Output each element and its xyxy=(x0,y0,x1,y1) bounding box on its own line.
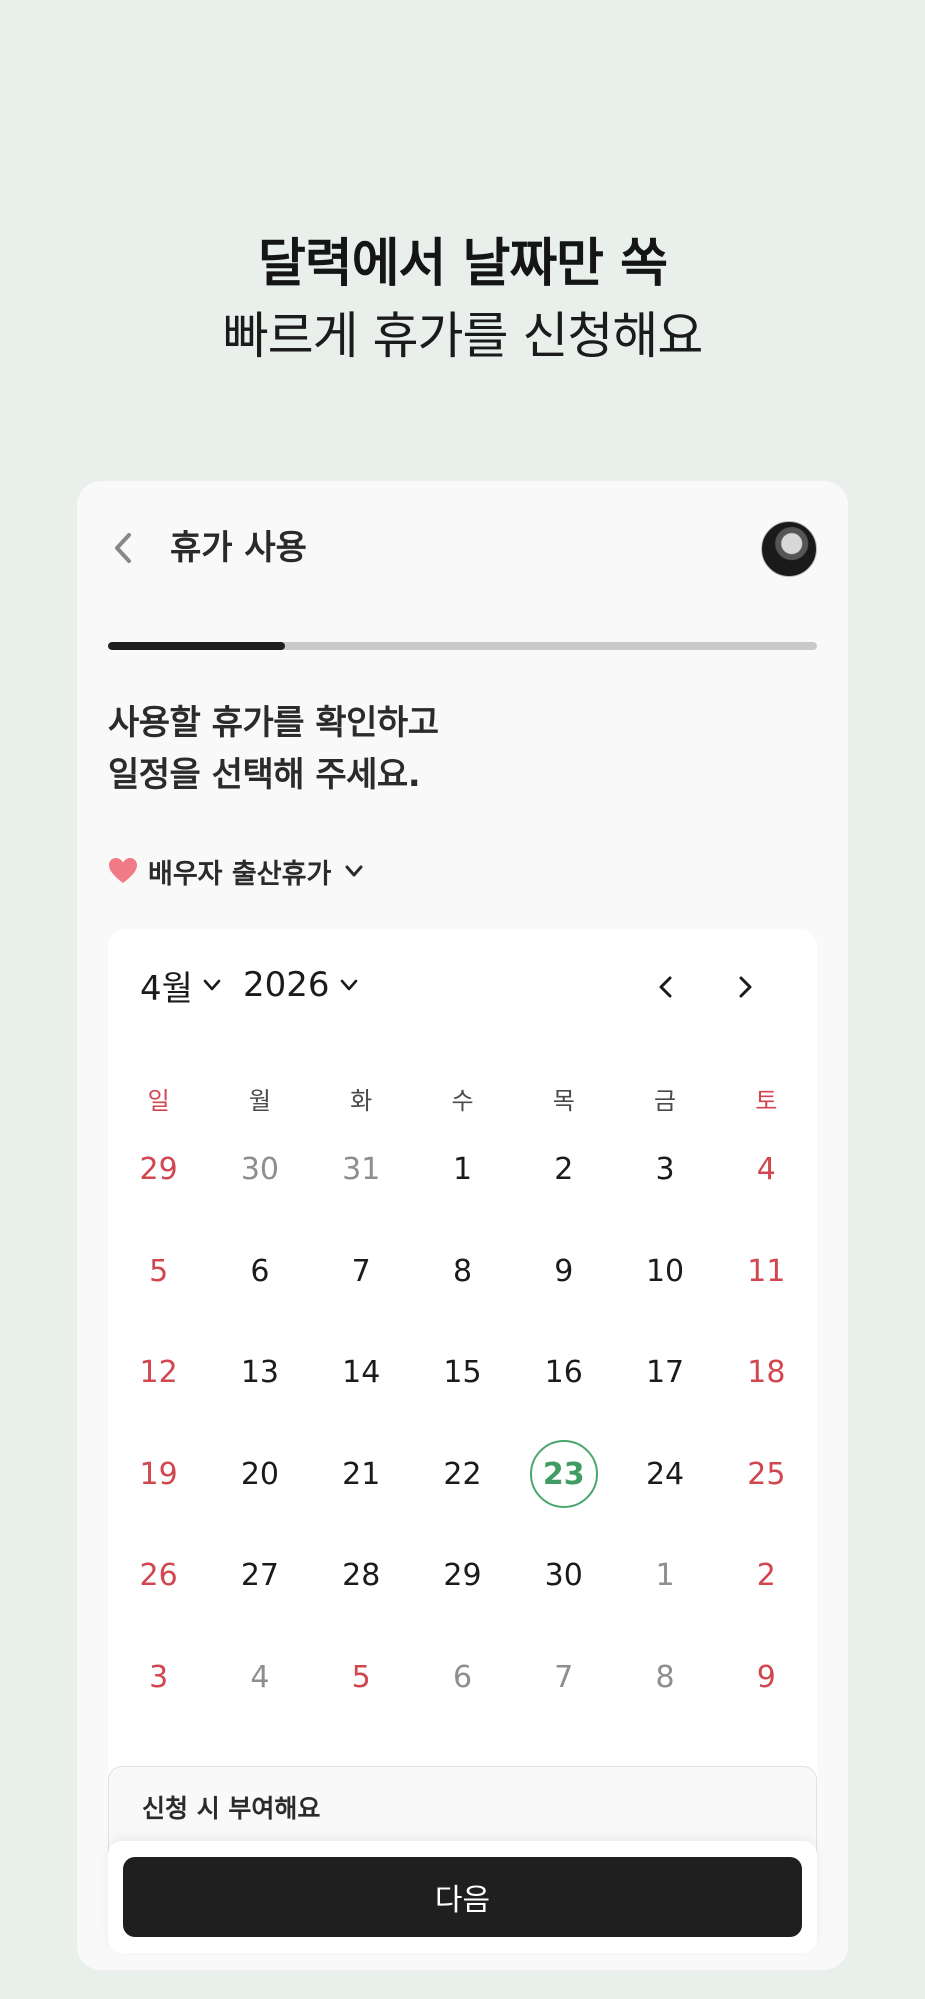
year-label: 2026 xyxy=(243,965,330,1005)
week-row: 29 30 31 1 2 3 4 xyxy=(108,1119,817,1221)
weekday-label: 월 xyxy=(248,1087,271,1115)
calendar-day[interactable]: 5 xyxy=(311,1627,412,1729)
chevron-down-icon xyxy=(203,979,221,991)
calendar-day[interactable]: 3 xyxy=(108,1627,209,1729)
week-row: 26 27 28 29 30 1 2 xyxy=(108,1525,817,1627)
calendar-day[interactable]: 6 xyxy=(209,1221,310,1323)
week-row: 5 6 7 8 9 10 11 xyxy=(108,1221,817,1323)
calendar-day[interactable]: 13 xyxy=(209,1322,310,1424)
month-select[interactable]: 4월 xyxy=(140,963,223,1009)
weekday-label: 목 xyxy=(552,1087,575,1115)
calendar-day[interactable]: 2 xyxy=(513,1119,614,1221)
calendar-day[interactable]: 8 xyxy=(614,1627,715,1729)
weekday-label: 토 xyxy=(755,1087,778,1115)
calendar-day[interactable]: 18 xyxy=(716,1322,817,1424)
week-row: 12 13 14 15 16 17 18 xyxy=(108,1322,817,1424)
calendar-day[interactable]: 16 xyxy=(513,1322,614,1424)
calendar-day[interactable]: 1 xyxy=(614,1525,715,1627)
calendar-day[interactable]: 19 xyxy=(108,1424,209,1526)
top-bar: 휴가 사용 xyxy=(77,481,848,611)
app-screen-card: 휴가 사용 사용할 휴가를 확인하고 일정을 선택해 주세요. 배우자 출산휴가… xyxy=(77,481,848,1970)
chevron-down-icon xyxy=(340,979,357,991)
calendar-day[interactable]: 24 xyxy=(614,1424,715,1526)
grant-notice-text: 신청 시 부여해요 xyxy=(142,1794,321,1823)
calendar-day[interactable]: 21 xyxy=(311,1424,412,1526)
calendar-day[interactable]: 29 xyxy=(412,1525,513,1627)
chevron-left-icon xyxy=(659,976,672,998)
calendar-day[interactable]: 26 xyxy=(108,1525,209,1627)
calendar-day[interactable]: 7 xyxy=(513,1627,614,1729)
today-date-label: 23 xyxy=(529,1440,598,1509)
calendar-day[interactable]: 2 xyxy=(716,1525,817,1627)
chevron-down-icon xyxy=(345,865,363,877)
weekday-label: 수 xyxy=(451,1087,474,1115)
instruction-text: 사용할 휴가를 확인하고 일정을 선택해 주세요. xyxy=(108,697,439,801)
month-label: 4월 xyxy=(140,968,193,1009)
calendar-day[interactable]: 9 xyxy=(513,1221,614,1323)
week-row: 3 4 5 6 7 8 9 xyxy=(108,1627,817,1729)
calendar-day[interactable]: 17 xyxy=(614,1322,715,1424)
next-button[interactable]: 다음 xyxy=(123,1857,802,1937)
calendar-day[interactable]: 1 xyxy=(412,1119,513,1221)
calendar-day[interactable]: 29 xyxy=(108,1119,209,1221)
calendar-day[interactable]: 15 xyxy=(412,1322,513,1424)
calendar-day[interactable]: 20 xyxy=(209,1424,310,1526)
weekday-label: 금 xyxy=(654,1087,677,1115)
next-month-button[interactable] xyxy=(725,967,765,1007)
hero-subtitle: 빠르게 휴가를 신청해요 xyxy=(222,307,704,365)
bottom-action-panel: 다음 xyxy=(108,1841,817,1953)
calendar-day[interactable]: 11 xyxy=(716,1221,817,1323)
weekday-label: 일 xyxy=(147,1087,170,1115)
calendar-day[interactable]: 5 xyxy=(108,1221,209,1323)
instruction-line-1: 사용할 휴가를 확인하고 xyxy=(108,703,439,743)
instruction-line-2: 일정을 선택해 주세요. xyxy=(108,755,421,795)
calendar-day[interactable]: 30 xyxy=(209,1119,310,1221)
calendar-day[interactable]: 9 xyxy=(716,1627,817,1729)
calendar-day[interactable]: 3 xyxy=(614,1119,715,1221)
leave-type-selector[interactable]: 배우자 출산휴가 xyxy=(108,851,365,891)
leave-type-label: 배우자 출산휴가 xyxy=(148,858,332,890)
calendar-day[interactable]: 22 xyxy=(412,1424,513,1526)
back-button[interactable] xyxy=(105,525,141,571)
calendar-day[interactable]: 12 xyxy=(108,1322,209,1424)
calendar-day[interactable]: 4 xyxy=(716,1119,817,1221)
hero-heading: 달력에서 날짜만 쏙 빠르게 휴가를 신청해요 xyxy=(0,228,925,372)
calendar-day[interactable]: 31 xyxy=(311,1119,412,1221)
calendar-day[interactable]: 4 xyxy=(209,1627,310,1729)
prev-month-button[interactable] xyxy=(646,967,686,1007)
chevron-right-icon xyxy=(739,976,752,998)
year-select[interactable]: 2026 xyxy=(243,963,360,1007)
calendar-day[interactable]: 10 xyxy=(614,1221,715,1323)
avatar[interactable] xyxy=(761,521,817,577)
progress-bar xyxy=(108,642,817,650)
hero-title: 달력에서 날짜만 쏙 xyxy=(258,234,668,294)
calendar-day[interactable]: 27 xyxy=(209,1525,310,1627)
heart-icon xyxy=(109,858,137,883)
chevron-left-icon xyxy=(115,533,131,563)
calendar-day[interactable]: 28 xyxy=(311,1525,412,1627)
calendar-header: 4월 2026 xyxy=(108,929,817,1039)
calendar-day[interactable]: 7 xyxy=(311,1221,412,1323)
week-row: 19 20 21 22 23 24 25 xyxy=(108,1424,817,1526)
calendar-day[interactable]: 8 xyxy=(412,1221,513,1323)
calendar-day[interactable]: 6 xyxy=(412,1627,513,1729)
calendar-day[interactable]: 30 xyxy=(513,1525,614,1627)
page-title: 휴가 사용 xyxy=(170,528,307,568)
calendar: 4월 2026 일 월 화 수 목 금 토 29 30 31 1 2 3 4 5… xyxy=(108,929,817,1789)
calendar-day[interactable]: 14 xyxy=(311,1322,412,1424)
calendar-day[interactable]: 25 xyxy=(716,1424,817,1526)
date-grid: 29 30 31 1 2 3 4 5 6 7 8 9 10 11 12 13 1… xyxy=(108,1119,817,1728)
weekday-header: 일 월 화 수 목 금 토 xyxy=(108,1081,817,1116)
calendar-day-today[interactable]: 23 xyxy=(513,1424,614,1526)
weekday-label: 화 xyxy=(350,1087,373,1115)
progress-bar-fill xyxy=(108,642,286,650)
